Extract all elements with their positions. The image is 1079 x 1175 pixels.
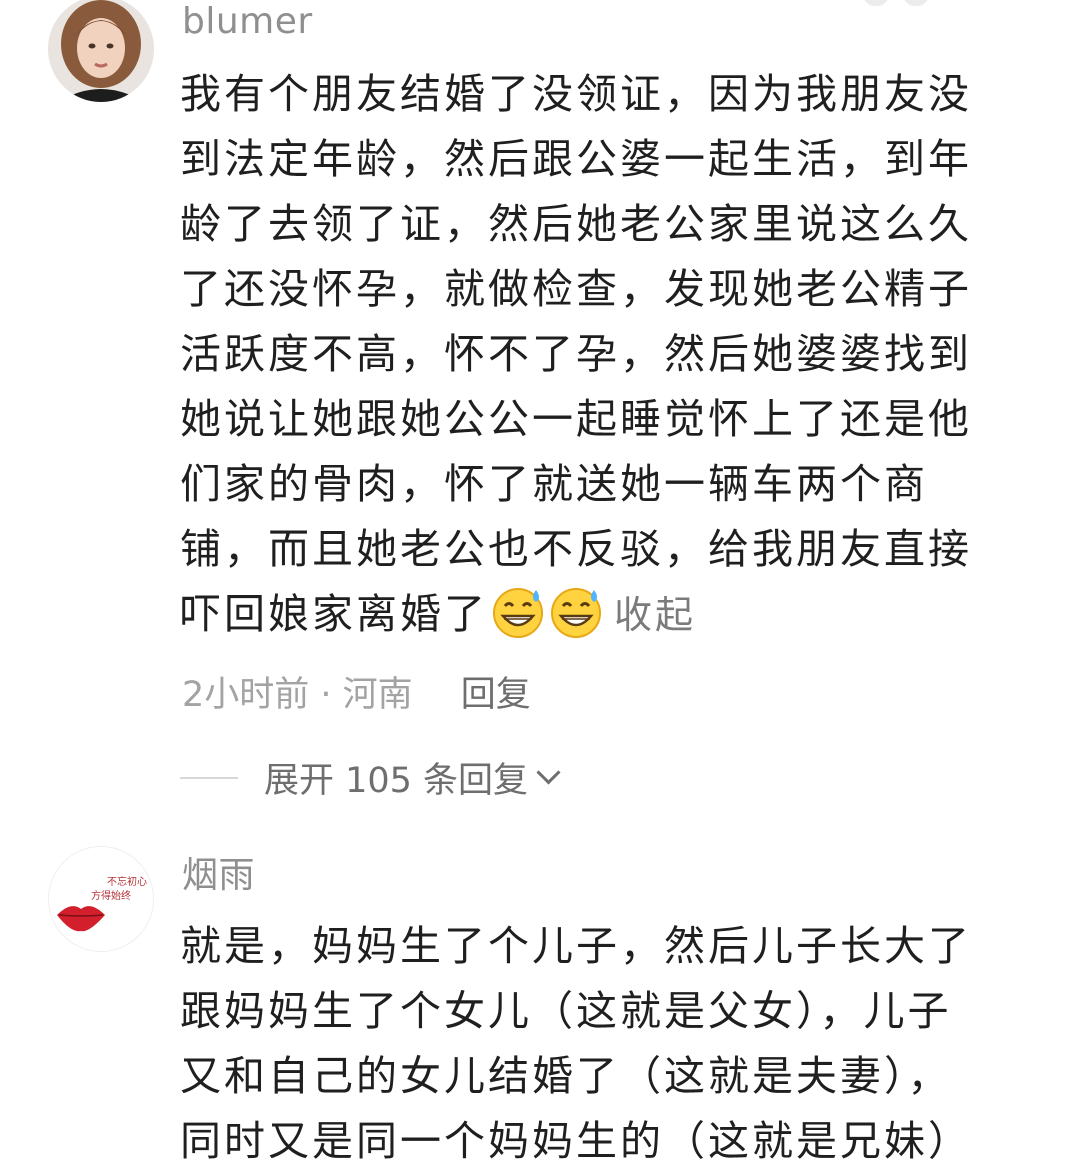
lips-avatar-icon: 不忘初心 方得始终 — [49, 847, 153, 951]
comment-item: 不忘初心 方得始终 烟雨 就是，妈妈生了个儿子，然后儿子长大了 跟妈妈生了个女儿… — [0, 846, 1079, 1175]
comment-line: 她说让她跟她公公一起睡觉怀上了还是他 — [180, 395, 972, 443]
comment-text: 我有个朋友结婚了没领证，因为我朋友没 到法定年龄，然后跟公婆一起生活，到年 龄了… — [180, 62, 1040, 648]
comment-line: 又和自己的女儿结婚了（这就是夫妻）， — [180, 1052, 952, 1100]
comment-location: 河南 — [342, 675, 413, 715]
grin-sweat-icon — [551, 588, 601, 638]
avatar[interactable]: 不忘初心 方得始终 — [48, 846, 154, 952]
meta-separator: · — [309, 675, 343, 715]
comment-line: 龄了去领了证，然后她老公家里说这么久 — [180, 200, 972, 248]
comment-line: 吓回娘家离婚了 — [180, 590, 488, 638]
comment-meta: 2小时前 · 河南 回复 — [182, 666, 531, 717]
avatar-text: 方得始终 — [91, 889, 131, 902]
avatar[interactable] — [48, 0, 154, 102]
divider-dash — [180, 776, 238, 779]
comment-text: 就是，妈妈生了个儿子，然后儿子长大了 跟妈妈生了个女儿（这就是父女），儿子 又和… — [180, 914, 1040, 1174]
comment-line: 们家的骨肉，怀了就送她一辆车两个商 — [180, 460, 928, 508]
collapse-link[interactable]: 收起 — [614, 593, 696, 637]
comment-line: 了还没怀孕，就做检查，发现她老公精子 — [180, 265, 972, 313]
comment-time: 2小时前 — [182, 675, 310, 715]
username[interactable]: blumer — [182, 4, 313, 40]
comment-item: blumer 我有个朋友结婚了没领证，因为我朋友没 到法定年龄，然后跟公婆一起生… — [0, 0, 1079, 820]
username[interactable]: 烟雨 — [182, 858, 255, 894]
expand-replies-button[interactable]: 展开 105 条回复 — [180, 752, 561, 803]
avatar-text: 不忘初心 — [107, 875, 147, 888]
comment-line: 跟妈妈生了个女儿（这就是父女），儿子 — [180, 987, 952, 1035]
comment-line: 我有个朋友结婚了没领证，因为我朋友没 — [180, 70, 972, 118]
comment-line: 铺，而且她老公也不反驳，给我朋友直接 — [180, 525, 972, 573]
grin-sweat-icon — [493, 588, 543, 638]
comment-line: 到法定年龄，然后跟公婆一起生活，到年 — [180, 135, 972, 183]
comment-last-line: 吓回娘家离婚了 收起 — [180, 582, 1040, 648]
comment-line: 同时又是同一个妈妈生的（这就是兄妹） — [180, 1117, 972, 1165]
comment-line: 就是，妈妈生了个儿子，然后儿子长大了 — [180, 922, 972, 970]
comment-line: 活跃度不高，怀不了孕，然后她婆婆找到 — [180, 330, 972, 378]
user-portrait-icon — [48, 0, 154, 102]
expand-replies-label: 展开 105 条回复 — [264, 761, 529, 801]
reply-button[interactable]: 回复 — [461, 675, 531, 715]
chevron-down-icon — [536, 760, 561, 785]
